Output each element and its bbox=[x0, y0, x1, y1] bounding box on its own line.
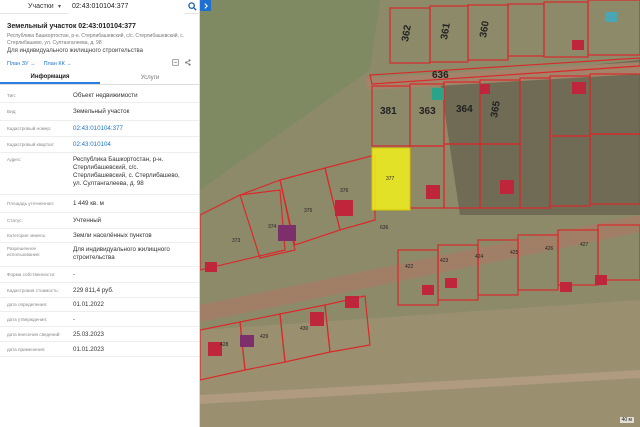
info-panel: Участки ▾ Земельный участок 02:43:010104… bbox=[0, 0, 200, 427]
parcel-label: 374 bbox=[268, 224, 277, 230]
search-bar: Участки ▾ bbox=[0, 0, 199, 14]
tab-information[interactable]: Информация bbox=[0, 72, 100, 84]
info-value: Республика Башкортостан, р-н. Стерлибаше… bbox=[73, 156, 180, 187]
parcel-label: 373 bbox=[232, 238, 241, 244]
search-type-label: Участки bbox=[28, 3, 54, 10]
map-canvas[interactable]: 362 361 360 636 381 363 364 365 377 376 … bbox=[200, 0, 640, 427]
plan-kk-link[interactable]: План КК → bbox=[44, 61, 72, 67]
parcel-label: 429 bbox=[260, 334, 269, 340]
panel-tools bbox=[172, 59, 191, 66]
info-label: дата утверждения: bbox=[7, 317, 48, 322]
parcel-label: 364 bbox=[456, 104, 473, 115]
info-label: Категория земель: bbox=[7, 233, 47, 238]
info-value: 1 449 кв. м bbox=[73, 200, 104, 207]
search-button[interactable] bbox=[184, 0, 199, 14]
info-value: Земельный участок bbox=[73, 108, 130, 115]
info-row-determination-date: дата определения: 01.01.2022 bbox=[0, 298, 199, 312]
info-row-entry-date: дата внесения сведений: 25.03.2023 bbox=[0, 327, 199, 342]
object-purpose: Для индивидуального жилищного строительс… bbox=[7, 48, 143, 54]
satellite-map[interactable]: 362 361 360 636 381 363 364 365 377 376 … bbox=[200, 0, 640, 427]
chevron-down-icon: ▾ bbox=[58, 3, 62, 10]
parcel-label: 381 bbox=[380, 106, 397, 117]
info-value: - bbox=[73, 271, 76, 278]
search-input[interactable] bbox=[68, 0, 184, 14]
info-value: 01.01.2023 bbox=[73, 346, 104, 353]
parcel-label: 636 bbox=[380, 225, 389, 231]
plan-zu-link[interactable]: План ЗУ → bbox=[7, 61, 36, 67]
info-row-approval-date: дата утверждения: - bbox=[0, 312, 199, 327]
info-row-status: Статус: Учтенный bbox=[0, 213, 199, 229]
panel-tabs: Информация Услуги bbox=[0, 72, 199, 85]
info-label: дата внесения сведений: bbox=[7, 332, 61, 337]
info-label: дата определения: bbox=[7, 302, 48, 307]
info-row-address: Адрес: Республика Башкортостан, р-н. Сте… bbox=[0, 153, 199, 195]
info-label: Тип: bbox=[7, 93, 16, 98]
parcel-label: 423 bbox=[440, 258, 449, 264]
parcel-label: 377 bbox=[386, 176, 395, 182]
parcel-label: 428 bbox=[220, 342, 229, 348]
bookmark-icon[interactable] bbox=[172, 59, 179, 66]
chevron-right-icon bbox=[203, 2, 208, 9]
info-label: Вид: bbox=[7, 109, 17, 114]
info-label: дата применения: bbox=[7, 347, 46, 352]
share-icon[interactable] bbox=[184, 59, 191, 66]
info-label: Разрешенное использование: bbox=[7, 246, 41, 257]
parcel-label: 375 bbox=[304, 208, 313, 214]
map-toolbar-button[interactable] bbox=[200, 0, 211, 11]
object-address: Республика Башкортостан, р-н. Стерлибаше… bbox=[7, 33, 185, 46]
info-label: Форма собственности: bbox=[7, 272, 56, 277]
info-label: Кадастровая стоимость: bbox=[7, 288, 59, 293]
parcel-label: 422 bbox=[405, 264, 414, 270]
parcel-label: 363 bbox=[419, 106, 436, 117]
cadastral-quarter-link[interactable]: 02:43:010104 bbox=[73, 141, 195, 149]
parcel-label: 426 bbox=[545, 246, 554, 252]
info-value: 01.01.2022 bbox=[73, 301, 104, 308]
search-icon bbox=[187, 2, 197, 11]
map-scale: 40 м bbox=[619, 417, 634, 423]
info-label: Кадастровый номер: bbox=[7, 126, 52, 131]
info-row-cadastral-value: Кадастровая стоимость: 229 811,4 руб. bbox=[0, 283, 199, 298]
parcel-label: 425 bbox=[510, 250, 519, 256]
object-title: Земельный участок 02:43:010104:377 bbox=[7, 23, 136, 30]
info-value: Учтенный bbox=[73, 217, 102, 224]
info-row-area: Площадь уточненная: 1 449 кв. м bbox=[0, 195, 199, 213]
info-value: 229 811,4 руб. bbox=[73, 287, 114, 294]
info-row-cadastral-number: Кадастровый номер: 02:43:010104:377 bbox=[0, 121, 199, 137]
search-type-select[interactable]: Участки ▾ bbox=[0, 0, 68, 14]
plan-links: План ЗУ → План КК → bbox=[7, 59, 195, 68]
parcel-label: 376 bbox=[340, 188, 349, 194]
info-value: Объект недвижимости bbox=[73, 92, 138, 99]
cadastral-number-link[interactable]: 02:43:010104:377 bbox=[73, 125, 195, 133]
info-value: Для индивидуального жилищного строительс… bbox=[73, 246, 170, 261]
info-row-kind: Вид: Земельный участок bbox=[0, 103, 199, 121]
info-value: 25.03.2023 bbox=[73, 331, 104, 338]
info-label: Статус: bbox=[7, 218, 23, 223]
info-label: Кадастровый квартал: bbox=[7, 142, 55, 147]
info-value: - bbox=[73, 316, 76, 323]
info-value: Земли населённых пунктов bbox=[73, 232, 152, 239]
parcel-label: 636 bbox=[432, 70, 449, 81]
info-row-application-date: дата применения: 01.01.2023 bbox=[0, 342, 199, 357]
info-row-cadastral-quarter: Кадастровый квартал: 02:43:010104 bbox=[0, 137, 199, 153]
tab-services[interactable]: Услуги bbox=[100, 72, 199, 84]
info-row-type: Тип: Объект недвижимости bbox=[0, 89, 199, 103]
info-row-category: Категория земель: Земли населённых пункт… bbox=[0, 229, 199, 243]
info-row-ownership: Форма собственности: - bbox=[0, 267, 199, 283]
info-label: Адрес: bbox=[7, 157, 22, 162]
info-label: Площадь уточненная: bbox=[7, 201, 54, 206]
parcel-label: 424 bbox=[475, 254, 484, 260]
parcel-label: 427 bbox=[580, 242, 589, 248]
info-row-permitted-use: Разрешенное использование: Для индивидуа… bbox=[0, 243, 199, 267]
parcel-label: 430 bbox=[300, 326, 309, 332]
